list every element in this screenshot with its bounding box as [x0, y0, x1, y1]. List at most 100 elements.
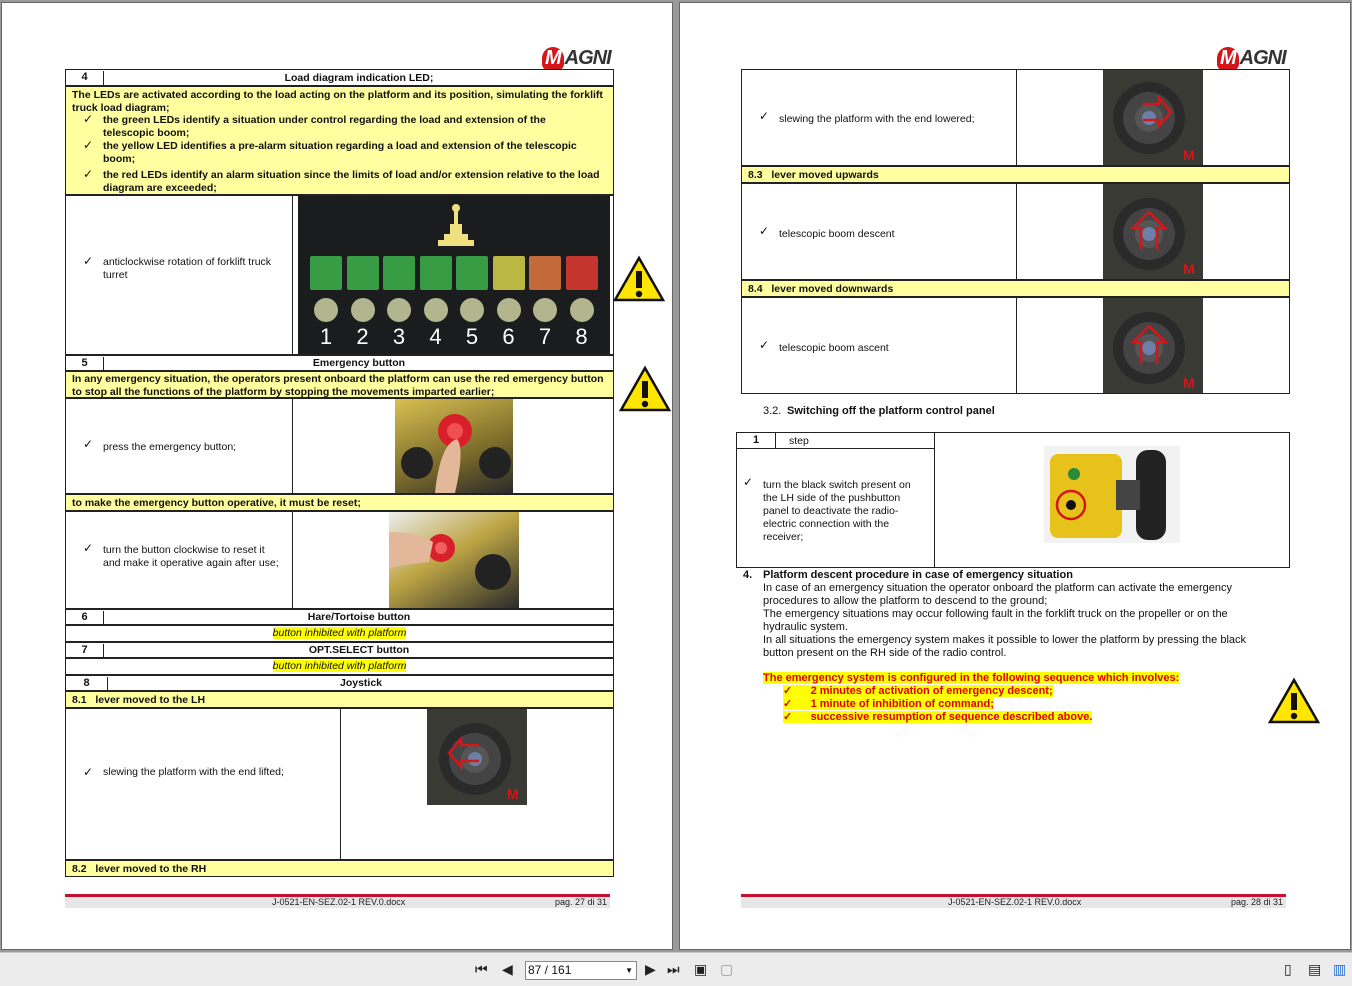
- step-label: step: [789, 435, 809, 447]
- step-number: 1: [752, 434, 760, 446]
- warning-icon: [618, 365, 672, 418]
- sub84-title: 8.4 lever moved downwards: [748, 283, 894, 295]
- sub81-header: 8.1 lever moved to the LH: [65, 691, 614, 708]
- section-32-title: Switching off the platform control panel: [787, 405, 995, 417]
- inhibited-note: button inhibited with platform: [272, 660, 407, 672]
- joystick-down-photo: M: [1103, 298, 1203, 393]
- check-icon: ✓: [83, 254, 94, 268]
- svg-text:M: M: [1183, 375, 1195, 391]
- control-panel-photo: [1044, 446, 1180, 543]
- sub83-header: 8.3 lever moved upwards: [741, 166, 1290, 183]
- reset-button-photo: [389, 512, 519, 608]
- check-icon: ✓: [83, 112, 94, 126]
- sub81-title: 8.1 lever moved to the LH: [72, 694, 206, 706]
- page-layout-icon[interactable]: ▢: [720, 961, 733, 978]
- page-thumbnails-icon[interactable]: ▣: [694, 961, 707, 978]
- row5-title: Emergency button: [312, 357, 406, 369]
- sequence-item-1: 2 minutes of activation of emergency des…: [810, 685, 1053, 697]
- descent-text: telescopic boom descent: [779, 228, 895, 240]
- row5-header: 5 Emergency button: [65, 355, 614, 371]
- row4-number: 4: [66, 71, 104, 86]
- descent-row: ✓ telescopic boom descent M: [741, 183, 1290, 280]
- joystick-icon: M: [439, 723, 519, 802]
- footer-page: pag. 27 di 31: [554, 897, 607, 907]
- led-illustration-row: ✓ anticlockwise rotation of forklift tru…: [65, 195, 614, 355]
- magni-logo: M AGNI: [542, 47, 612, 70]
- section-4-para2: The emergency situations may occur follo…: [763, 608, 1228, 633]
- reset-heading-box: to make the emergency button operative, …: [65, 494, 614, 511]
- svg-text:M: M: [1183, 261, 1195, 277]
- svg-text:M: M: [507, 786, 519, 802]
- row7-number: 7: [66, 644, 104, 658]
- led-dot: [460, 298, 484, 322]
- press-emergency-row: ✓ press the emergency button;: [65, 398, 614, 494]
- joystick-icon: M: [1113, 312, 1195, 391]
- check-icon: ✓: [759, 224, 770, 238]
- led-dot: [387, 298, 411, 322]
- check-icon: ✓: [759, 338, 770, 352]
- step-table: 1 step ✓ turn the black switch present o…: [736, 432, 1290, 568]
- joystick-icon: M: [1113, 198, 1195, 277]
- joystick-up-photo: M: [1103, 184, 1203, 279]
- check-icon: ✓: [83, 167, 94, 181]
- sequence-item-2: 1 minute of inhibition of command;: [810, 698, 994, 710]
- led-square: [383, 256, 415, 290]
- section-4-para1: In case of an emergency situation the op…: [763, 582, 1232, 607]
- led-number: 2: [356, 324, 369, 349]
- led-square: [419, 256, 452, 290]
- viewer-toolbar: ⏮ ◀ 87 / 161 ▼ ▶ ⏭ ▣ ▢ ▯ ▤ ▥: [0, 952, 1352, 986]
- sub83-title: 8.3 lever moved upwards: [748, 169, 879, 181]
- previous-page-icon[interactable]: ◀: [502, 961, 513, 978]
- row8-number: 8: [66, 677, 108, 691]
- magni-logo: M AGNI: [1217, 47, 1287, 70]
- ascent-text: telescopic boom ascent: [779, 342, 889, 354]
- ascent-row: ✓ telescopic boom ascent M: [741, 297, 1290, 394]
- load-diagram-icon: [438, 204, 474, 246]
- led-square: [456, 256, 488, 290]
- document-page-left: M AGNI 4 Load diagram indication LED; The…: [1, 2, 673, 950]
- continuous-view-icon[interactable]: ▤: [1308, 961, 1321, 978]
- row7-title: OPT.SELECT button: [308, 644, 410, 656]
- row4-header: 4 Load diagram indication LED;: [65, 69, 614, 86]
- sub82-header: 8.2 lever moved to the RH: [65, 860, 614, 877]
- last-page-icon[interactable]: ⏭: [667, 961, 680, 978]
- two-page-view-icon[interactable]: ▥: [1333, 961, 1346, 978]
- emergency-button-icon: [401, 414, 511, 493]
- sub82-title: 8.2 lever moved to the RH: [72, 863, 207, 875]
- row5-number: 5: [66, 357, 104, 371]
- dropdown-arrow-icon[interactable]: ▼: [625, 962, 633, 979]
- led-dot: [423, 298, 448, 322]
- page-footer: J-0521-EN-SEZ.02-1 REV.0.docx pag. 27 di…: [65, 897, 610, 908]
- led-square: [565, 256, 598, 290]
- joystick-rh-photo: M: [1103, 70, 1203, 165]
- reset-text: turn the button clockwise to reset it an…: [103, 544, 279, 569]
- single-page-view-icon[interactable]: ▯: [1284, 961, 1292, 978]
- control-panel-icon: [1050, 450, 1166, 540]
- row6-header: 6 Hare/Tortoise button: [65, 609, 614, 625]
- document-page-right: M AGNI ✓ slewing the platform with the en…: [679, 2, 1351, 950]
- row6-number: 6: [66, 611, 104, 625]
- emergency-intro-box: In any emergency situation, the operator…: [65, 371, 614, 398]
- slew-lowered-row: ✓ slewing the platform with the end lowe…: [741, 69, 1290, 166]
- led-number: 6: [502, 324, 515, 349]
- led-number: 7: [538, 324, 552, 349]
- page-footer: J-0521-EN-SEZ.02-1 REV.0.docx pag. 28 di…: [741, 897, 1286, 908]
- page-number-input[interactable]: 87 / 161 ▼: [525, 961, 637, 980]
- led-bullet-red: the red LEDs identify an alarm situation…: [103, 169, 600, 194]
- led-dot: [350, 298, 375, 322]
- sequence-item-3: successive resumption of sequence descri…: [810, 711, 1093, 723]
- led-dot: [569, 298, 594, 322]
- next-page-icon[interactable]: ▶: [645, 961, 656, 978]
- row6-title: Hare/Tortoise button: [307, 611, 411, 623]
- reset-button-icon: [389, 532, 511, 590]
- footer-page: pag. 28 di 31: [1230, 897, 1283, 907]
- sequence-intro: The emergency system is configured in th…: [763, 672, 1180, 684]
- section-4-title: Platform descent procedure in case of em…: [763, 569, 1073, 581]
- led-number: 1: [319, 324, 333, 349]
- row8-title: Joystick: [339, 677, 383, 689]
- joystick-icon: M: [1113, 82, 1195, 163]
- check-icon: ✓: [83, 765, 94, 779]
- step-text: turn the black switch present on the LH …: [763, 479, 911, 543]
- reset-heading: to make the emergency button operative, …: [72, 497, 361, 509]
- first-page-icon[interactable]: ⏮: [475, 961, 488, 978]
